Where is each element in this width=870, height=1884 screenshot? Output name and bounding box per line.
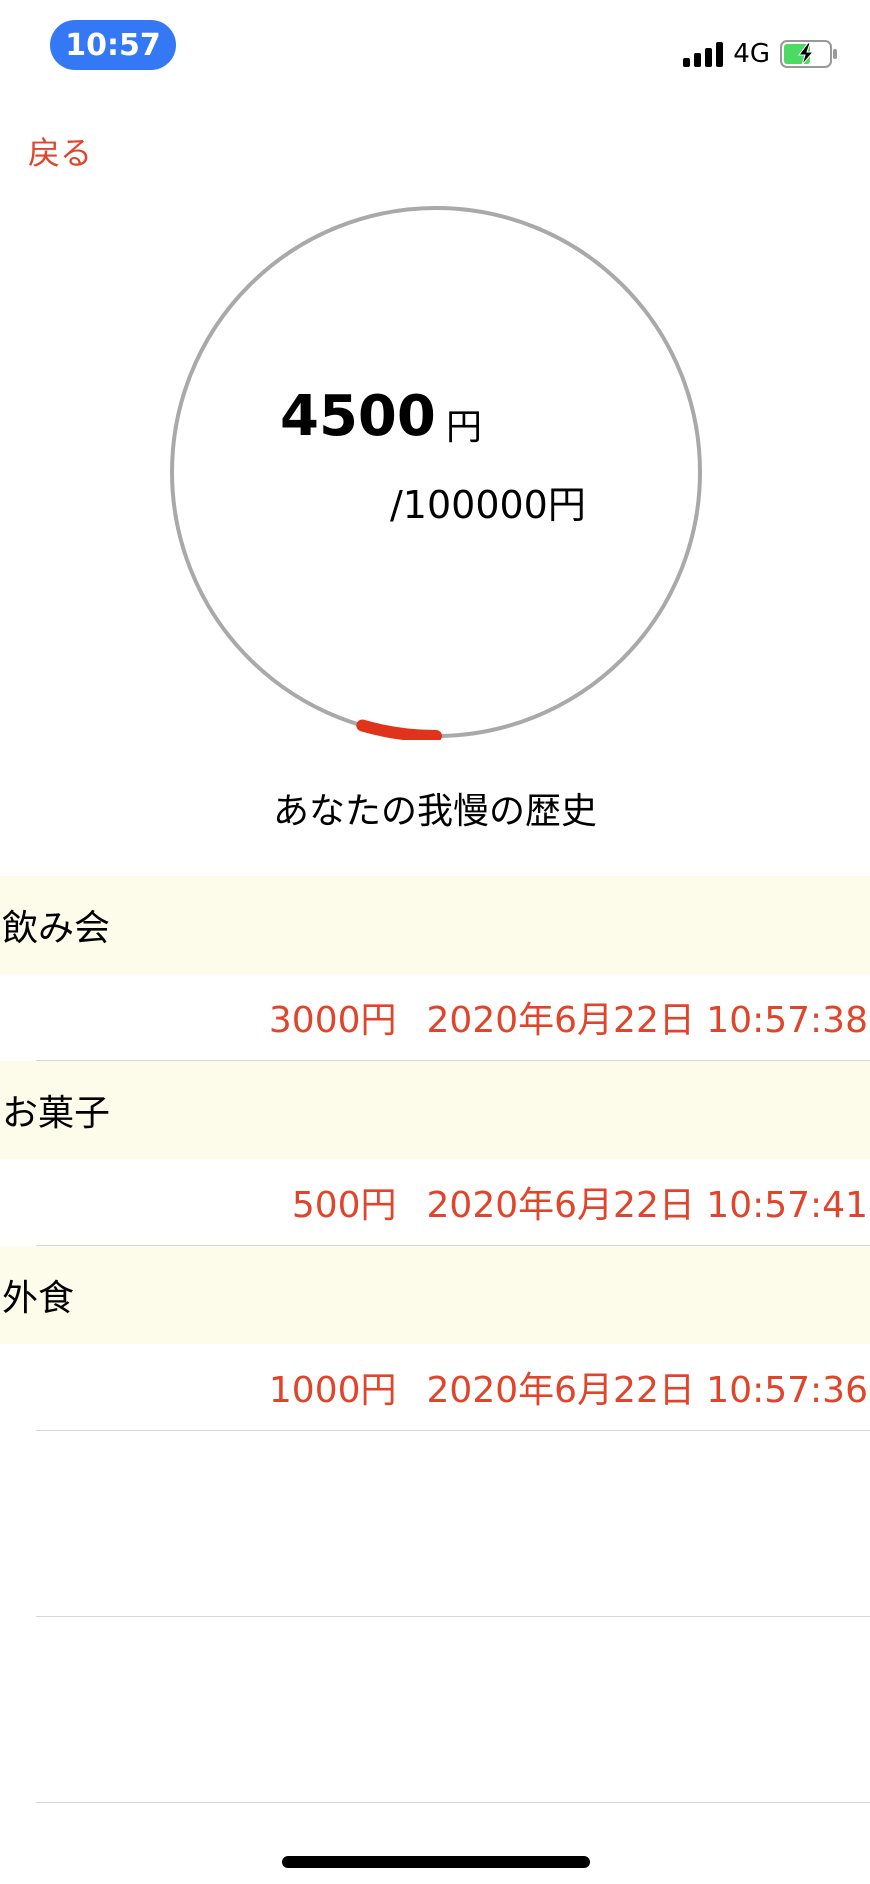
empty-row	[0, 1617, 870, 1802]
screen: 10:57 4G 戻る 4500 円 /100000円 あなたの我慢の歴史 飲み…	[0, 0, 870, 1884]
row-separator	[36, 1802, 870, 1803]
row-amount: 1000円	[268, 1370, 397, 1411]
ring-track	[170, 206, 702, 738]
row-timestamp: 2020年6月22日 10:57:38	[426, 1000, 868, 1041]
history-list[interactable]: 飲み会 3000円 2020年6月22日 10:57:38 お菓子 500円 2…	[0, 876, 870, 1803]
ring-progress-arc	[356, 719, 442, 740]
empty-row	[0, 1431, 870, 1616]
section-header: お菓子	[0, 1061, 870, 1159]
saved-amount-unit: 円	[446, 407, 483, 448]
section-header: 外食	[0, 1246, 870, 1344]
status-bar-right: 4G	[683, 36, 838, 72]
progress-ring	[168, 204, 704, 740]
network-type: 4G	[733, 39, 770, 69]
history-row[interactable]: 1000円 2020年6月22日 10:57:36	[0, 1344, 870, 1430]
home-indicator	[282, 1856, 590, 1868]
goal-amount: /100000円	[390, 483, 586, 527]
history-row[interactable]: 500円 2020年6月22日 10:57:41	[0, 1159, 870, 1245]
history-title: あなたの我慢の歴史	[272, 791, 597, 832]
row-timestamp: 2020年6月22日 10:57:41	[426, 1185, 868, 1226]
history-row[interactable]: 3000円 2020年6月22日 10:57:38	[0, 974, 870, 1060]
row-amount: 3000円	[268, 1000, 397, 1041]
back-button[interactable]: 戻る	[28, 128, 92, 174]
battery-charging-icon	[780, 40, 837, 68]
row-amount: 500円	[291, 1185, 397, 1226]
status-time: 10:57	[50, 20, 176, 70]
cellular-signal-icon	[683, 41, 724, 67]
row-timestamp: 2020年6月22日 10:57:36	[426, 1370, 868, 1411]
saved-amount: 4500	[280, 384, 436, 449]
section-header: 飲み会	[0, 876, 870, 974]
